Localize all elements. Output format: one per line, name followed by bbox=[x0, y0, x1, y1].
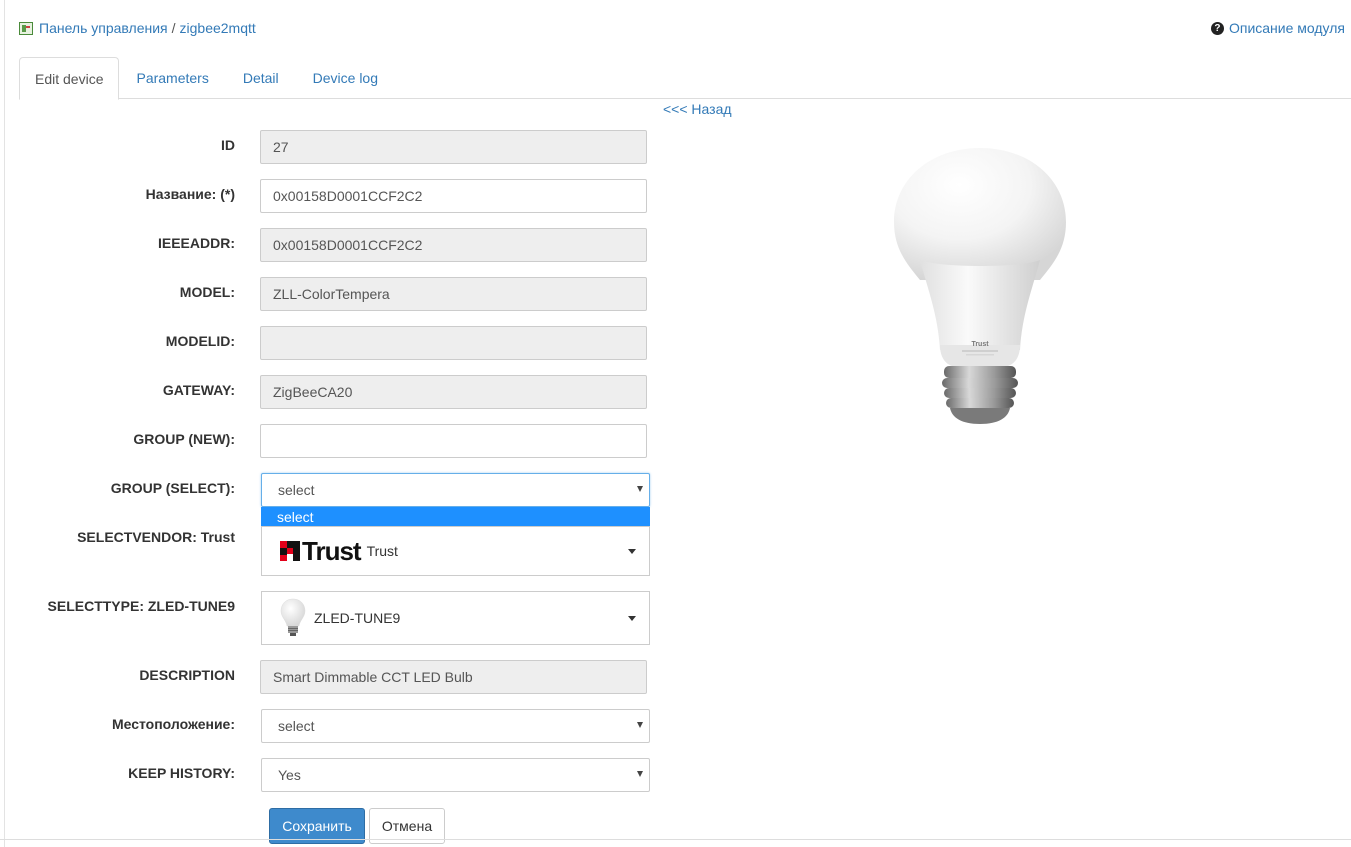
location-select-value: select bbox=[278, 718, 315, 734]
keep-history-select-value: Yes bbox=[278, 767, 301, 783]
tab-device-log[interactable]: Device log bbox=[296, 57, 395, 99]
chevron-down-icon bbox=[637, 771, 643, 777]
bulb-brand-text: Trust bbox=[971, 341, 989, 348]
keep-history-select[interactable]: Yes bbox=[261, 758, 650, 792]
group-select-label: GROUP (SELECT): bbox=[110, 480, 235, 496]
vendor-select[interactable]: Trust Trust bbox=[261, 526, 650, 576]
ieeeaddr-field[interactable]: 0x00158D0001CCF2C2 bbox=[260, 228, 647, 262]
model-label: MODEL: bbox=[179, 284, 235, 300]
group-select[interactable]: select bbox=[261, 473, 650, 507]
location-label: Местоположение: bbox=[111, 716, 235, 732]
breadcrumb: Панель управления / zigbee2mqtt bbox=[19, 19, 256, 37]
back-link[interactable]: <<< Назад bbox=[663, 101, 732, 117]
module-description-label: Описание модуля bbox=[1228, 20, 1345, 36]
description-field[interactable]: Smart Dimmable CCT LED Bulb bbox=[260, 660, 647, 694]
tab-detail[interactable]: Detail bbox=[226, 57, 296, 99]
modelid-field[interactable] bbox=[260, 326, 647, 360]
tab-edit-device[interactable]: Edit device bbox=[19, 57, 120, 100]
chevron-down-icon bbox=[628, 616, 636, 621]
module-description-link[interactable]: ? Описание модуля bbox=[1210, 19, 1345, 37]
id-label: ID bbox=[221, 137, 235, 153]
control-panel-icon bbox=[19, 21, 33, 35]
id-field[interactable]: 27 bbox=[260, 130, 647, 164]
bulb-thumbnail bbox=[280, 598, 306, 638]
gateway-label: GATEWAY: bbox=[162, 382, 235, 398]
trust-mark-icon bbox=[280, 541, 300, 561]
type-select-value: ZLED-TUNE9 bbox=[314, 610, 401, 626]
trust-logo-text: Trust bbox=[302, 536, 362, 566]
name-field[interactable]: 0x00158D0001CCF2C2 bbox=[260, 179, 647, 213]
chevron-down-icon bbox=[637, 486, 643, 492]
name-label: Название: (*) bbox=[145, 186, 235, 202]
group-select-value: select bbox=[278, 482, 315, 498]
left-border bbox=[4, 0, 5, 847]
group-new-label: GROUP (NEW): bbox=[133, 431, 235, 447]
tab-bar: Edit device Parameters Detail Device log bbox=[19, 57, 1351, 100]
chevron-down-icon bbox=[637, 722, 643, 728]
breadcrumb-separator: / bbox=[171, 20, 176, 36]
tab-parameters[interactable]: Parameters bbox=[119, 57, 225, 99]
chevron-down-icon bbox=[628, 549, 636, 554]
model-field[interactable]: ZLL-ColorTempera bbox=[260, 277, 647, 311]
breadcrumb-module-link[interactable]: zigbee2mqtt bbox=[180, 20, 256, 36]
location-select[interactable]: select bbox=[261, 709, 650, 743]
trust-logo: Trust bbox=[280, 536, 362, 566]
type-label: SELECTTYPE: ZLED-TUNE9 bbox=[47, 598, 235, 614]
breadcrumb-home-link[interactable]: Панель управления bbox=[39, 20, 168, 36]
type-select[interactable]: ZLED-TUNE9 bbox=[261, 591, 650, 645]
ieeeaddr-label: IEEEADDR: bbox=[157, 235, 235, 251]
group-new-field[interactable] bbox=[260, 424, 647, 458]
vendor-label: SELECTVENDOR: Trust bbox=[77, 529, 235, 545]
vendor-select-value: Trust bbox=[366, 543, 398, 559]
question-circle-icon: ? bbox=[1210, 21, 1224, 35]
gateway-field[interactable]: ZigBeeCA20 bbox=[260, 375, 647, 409]
description-label: DESCRIPTION bbox=[139, 667, 235, 683]
device-image: Trust bbox=[880, 140, 1080, 430]
group-select-option-highlighted[interactable]: select bbox=[261, 507, 650, 526]
bottom-divider bbox=[0, 839, 1351, 840]
keep-history-label: KEEP HISTORY: bbox=[128, 765, 235, 781]
modelid-label: MODELID: bbox=[165, 333, 235, 349]
